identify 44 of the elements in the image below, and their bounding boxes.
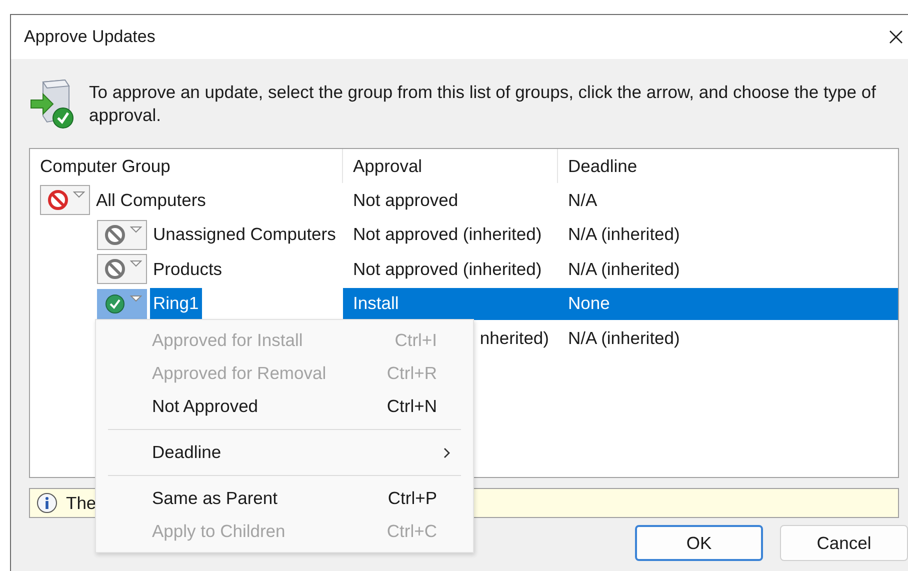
deadline-cell-text: N/A (inherited): [567, 258, 681, 280]
close-icon[interactable]: [888, 29, 904, 45]
group-name[interactable]: Ring1: [150, 288, 202, 320]
deadline-cell-text: N/A (inherited): [567, 224, 681, 246]
caret-icon: [73, 191, 85, 200]
window-title: Approve Updates: [24, 27, 156, 47]
chevron-right-icon: [443, 447, 451, 459]
approval-dropdown[interactable]: [97, 288, 147, 319]
check-icon: [104, 292, 126, 315]
approval-cell-text: Not approved: [352, 190, 460, 211]
approval-dropdown[interactable]: [97, 254, 147, 284]
group-name[interactable]: Unassigned Computers: [150, 219, 339, 250]
caret-icon: [130, 226, 142, 234]
caret-icon: [130, 260, 142, 268]
deadline-cell-text: None: [567, 293, 611, 314]
deadline-cell-text: N/A: [567, 190, 598, 211]
menu-item[interactable]: Deadline: [96, 436, 473, 469]
deadline-cell-text: N/A (inherited): [567, 328, 681, 349]
caret-icon: [130, 294, 142, 303]
approval-dropdown[interactable]: [97, 220, 147, 250]
info-icon: [36, 492, 58, 514]
row-highlight[interactable]: Install None: [343, 288, 898, 320]
row-highlight[interactable]: Not approved N/A: [343, 184, 898, 216]
approval-dropdown[interactable]: [40, 185, 90, 216]
prohibited-icon: [47, 189, 69, 212]
approval-cell-text: Install: [352, 293, 400, 314]
menu-item[interactable]: Same as Parent Ctrl+P: [96, 482, 473, 515]
group-name[interactable]: Products: [150, 254, 226, 285]
prohibited-icon: [104, 258, 126, 280]
column-header[interactable]: Computer Group: [30, 149, 343, 183]
ok-button[interactable]: OK: [635, 525, 763, 561]
prohibited-icon: [104, 224, 126, 246]
approval-cell-text: Not approved (inherited): [352, 224, 543, 246]
column-header[interactable]: Approval: [343, 149, 558, 183]
row-highlight[interactable]: Not approved (inherited) N/A (inherited): [343, 253, 898, 286]
group-name[interactable]: All Computers: [93, 184, 209, 216]
instructions-text: To approve an update, select the group from this list of groups, click the arrow, and choose the type of approval.: [89, 81, 877, 127]
status-text: The: [66, 492, 96, 514]
menu-item[interactable]: Not Approved Ctrl+N: [96, 390, 473, 423]
approval-cell-text: Not approved (inherited): [352, 258, 543, 280]
cancel-button[interactable]: Cancel: [780, 525, 908, 561]
column-header[interactable]: Deadline: [558, 149, 898, 183]
row-highlight[interactable]: Not approved (inherited) N/A (inherited): [343, 218, 898, 251]
approval-cell: nherited): [480, 328, 549, 349]
